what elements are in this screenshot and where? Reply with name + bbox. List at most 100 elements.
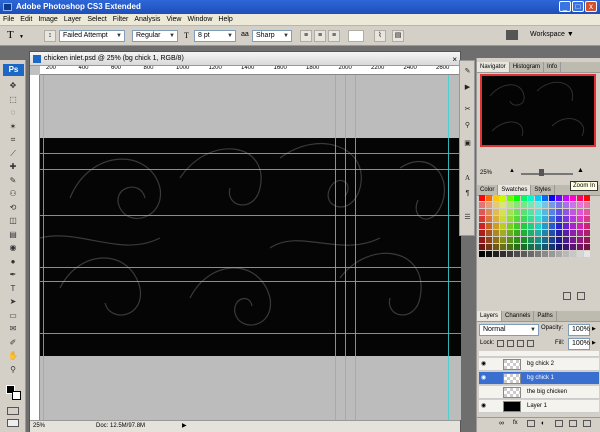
zoom-in-icon[interactable]: ▲ — [577, 167, 584, 174]
color-swatch[interactable] — [542, 202, 548, 208]
color-swatch[interactable] — [528, 209, 534, 215]
color-swatch[interactable] — [514, 230, 520, 236]
color-swatch[interactable] — [486, 195, 492, 201]
guide-line[interactable] — [40, 267, 461, 268]
lasso-icon[interactable]: ◌ — [6, 107, 20, 118]
color-swatch[interactable] — [521, 230, 527, 236]
character-icon[interactable]: A — [462, 173, 473, 183]
color-swatch[interactable] — [563, 202, 569, 208]
menu-edit[interactable]: Edit — [17, 14, 35, 26]
new-swatch-icon[interactable] — [563, 292, 571, 300]
color-swatch[interactable] — [479, 202, 485, 208]
layer-name[interactable]: bg chick 2 — [527, 358, 554, 371]
eye-icon[interactable]: ◉ — [481, 361, 489, 367]
color-swatch[interactable] — [528, 244, 534, 250]
menu-analysis[interactable]: Analysis — [131, 14, 163, 26]
color-swatch[interactable] — [493, 251, 499, 257]
text-color-swatch[interactable] — [348, 30, 364, 42]
color-swatch[interactable] — [521, 237, 527, 243]
navigator-zoom[interactable]: 25% — [480, 170, 492, 176]
tab-channels[interactable]: Channels — [502, 311, 535, 321]
color-swatch[interactable] — [493, 195, 499, 201]
pen-icon[interactable]: ✒ — [6, 269, 20, 280]
document-title-bar[interactable]: chicken inlet.psd @ 25% (bg chick 1, RGB… — [30, 52, 460, 66]
color-swatch[interactable] — [556, 195, 562, 201]
color-swatch[interactable] — [563, 195, 569, 201]
tab-info[interactable]: Info — [544, 62, 562, 72]
color-swatch[interactable] — [549, 209, 555, 215]
color-swatch[interactable] — [535, 251, 541, 257]
color-swatch[interactable] — [563, 209, 569, 215]
color-swatch[interactable] — [584, 237, 590, 243]
color-swatch[interactable] — [493, 230, 499, 236]
color-swatch[interactable] — [542, 230, 548, 236]
guide-line[interactable] — [448, 75, 449, 420]
color-swatch[interactable] — [500, 223, 506, 229]
color-swatch[interactable] — [556, 251, 562, 257]
color-swatch[interactable] — [493, 237, 499, 243]
color-swatch[interactable] — [493, 209, 499, 215]
color-swatch[interactable] — [535, 223, 541, 229]
color-swatch[interactable] — [521, 202, 527, 208]
color-swatch[interactable] — [577, 195, 583, 201]
paragraph-icon[interactable]: ¶ — [462, 189, 473, 199]
move-icon[interactable]: ✥ — [6, 80, 20, 91]
layer-row[interactable]: ◉ Layer 1 — [479, 400, 599, 413]
notes-icon[interactable]: ✉ — [6, 323, 20, 334]
tab-layers[interactable]: Layers — [477, 311, 503, 321]
color-swatch[interactable] — [514, 251, 520, 257]
screen-mode-icon[interactable] — [7, 419, 19, 427]
close-button[interactable]: x — [585, 1, 597, 12]
color-swatch[interactable] — [542, 244, 548, 250]
color-swatch[interactable] — [528, 230, 534, 236]
stamp-icon[interactable]: ⚇ — [6, 188, 20, 199]
color-swatch[interactable] — [542, 216, 548, 222]
blur-icon[interactable]: ◉ — [6, 242, 20, 253]
color-swatch[interactable] — [542, 251, 548, 257]
color-swatch[interactable] — [577, 202, 583, 208]
layer-comps-icon[interactable]: ☰ — [462, 213, 473, 223]
color-swatch[interactable] — [563, 244, 569, 250]
color-swatch[interactable] — [507, 223, 513, 229]
color-swatch[interactable] — [500, 237, 506, 243]
slice-icon[interactable]: ⟋ — [6, 148, 20, 159]
color-swatch[interactable] — [549, 195, 555, 201]
color-swatch[interactable] — [507, 251, 513, 257]
color-swatch[interactable] — [535, 230, 541, 236]
actions-icon[interactable]: ▶ — [462, 83, 473, 93]
magic-wand-icon[interactable]: ✶ — [6, 121, 20, 132]
menu-view[interactable]: View — [163, 14, 184, 26]
color-swatch[interactable] — [584, 209, 590, 215]
align-center-icon[interactable]: ≡ — [314, 30, 326, 42]
bridge-icon[interactable] — [506, 30, 518, 40]
color-swatch[interactable] — [584, 223, 590, 229]
delete-layer-icon[interactable] — [583, 420, 591, 427]
layer-name[interactable]: the big chicken — [527, 386, 567, 399]
color-swatch[interactable] — [577, 216, 583, 222]
color-swatch[interactable] — [479, 209, 485, 215]
brushes-icon[interactable]: ✎ — [462, 67, 473, 77]
color-swatch[interactable] — [577, 251, 583, 257]
color-swatch[interactable] — [584, 230, 590, 236]
color-swatch[interactable] — [577, 223, 583, 229]
workspace-menu[interactable]: Workspace ▼ — [530, 31, 574, 38]
color-swatch[interactable] — [507, 209, 513, 215]
opacity-input[interactable]: 100% — [568, 324, 590, 336]
layer-mask-icon[interactable] — [527, 420, 535, 427]
character-panel-icon[interactable]: ▤ — [392, 30, 404, 42]
type-icon[interactable]: T — [6, 283, 20, 294]
menu-layer[interactable]: Layer — [61, 14, 85, 26]
color-swatch[interactable] — [514, 195, 520, 201]
color-swatch[interactable] — [521, 209, 527, 215]
crop-icon[interactable]: ⌗ — [6, 134, 20, 145]
guide-line[interactable] — [40, 215, 461, 216]
tab-paths[interactable]: Paths — [534, 311, 557, 321]
color-swatch[interactable] — [563, 237, 569, 243]
color-swatch[interactable] — [570, 251, 576, 257]
hand-icon[interactable]: ✋ — [6, 350, 20, 361]
tab-swatches[interactable]: Swatches — [498, 185, 532, 195]
guide-line[interactable] — [43, 75, 44, 420]
lock-all-icon[interactable] — [527, 340, 534, 347]
doc-size-info[interactable]: Doc: 12.5M/97.8M — [96, 421, 145, 432]
status-menu-arrow-icon[interactable]: ▶ — [182, 421, 187, 432]
